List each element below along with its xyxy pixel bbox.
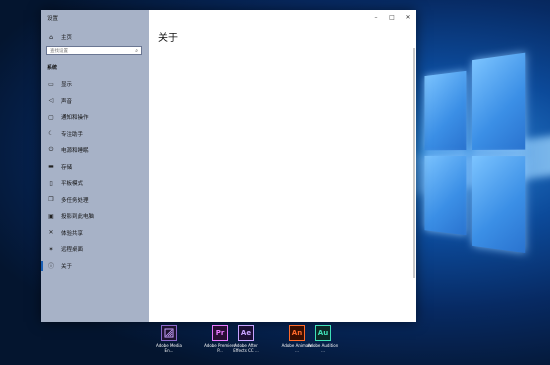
windows-logo	[424, 52, 529, 258]
sidebar-item-label: 主页	[61, 35, 73, 41]
info-icon: ⓘ	[47, 263, 54, 271]
sidebar-item-label: 投影到此电脑	[61, 214, 95, 221]
sidebar-item-tablet[interactable]: ▯ 平板模式	[41, 175, 149, 192]
window-controls: – □ ✕	[368, 10, 416, 24]
close-button[interactable]: ✕	[400, 10, 416, 24]
sidebar-item-display[interactable]: ▭ 显示	[41, 76, 149, 93]
sidebar-item-label: 存储	[61, 164, 73, 171]
desktop-icon-label: Adobe Media En...	[156, 343, 182, 353]
sidebar-item-label: 专注助手	[61, 131, 84, 138]
sidebar-item-home[interactable]: ⌂ 主页	[47, 32, 72, 42]
search-placeholder: 查找设置	[50, 48, 68, 54]
settings-window: 设置 ⌂ 主页 查找设置 ⌕ 系统 ▭ 显示 ◁ 声音 ▢ 通知和操作 ☾ 专注…	[41, 10, 416, 322]
message-icon: ▢	[48, 113, 54, 121]
animate-icon: An	[289, 325, 305, 341]
search-input[interactable]: 查找设置 ⌕	[46, 46, 142, 55]
home-icon: ⌂	[49, 33, 53, 41]
desktop-icon-after-effects[interactable]: Ae Adobe After Effects CC ...	[231, 325, 261, 353]
logo-pane	[424, 70, 467, 151]
maximize-button[interactable]: □	[384, 10, 400, 24]
monitor-icon: ▭	[48, 80, 54, 88]
logo-pane	[472, 52, 526, 151]
sidebar-item-label: 多任务处理	[61, 197, 89, 204]
speaker-icon: ◁	[48, 97, 54, 105]
scrollbar[interactable]	[413, 48, 415, 278]
section-title: 系统	[47, 65, 58, 71]
sidebar-item-multitasking[interactable]: ❐ 多任务处理	[41, 192, 149, 209]
sidebar-item-label: 平板模式	[61, 181, 84, 188]
sidebar-item-power[interactable]: ⏻ 电源和睡眠	[41, 142, 149, 159]
sidebar: 设置 ⌂ 主页 查找设置 ⌕ 系统 ▭ 显示 ◁ 声音 ▢ 通知和操作 ☾ 专注…	[41, 10, 149, 322]
share-icon: ✕	[48, 229, 54, 237]
multitask-icon: ❐	[48, 196, 54, 204]
sidebar-item-label: 关于	[61, 263, 73, 270]
sidebar-item-sound[interactable]: ◁ 声音	[41, 93, 149, 110]
page-title: 关于	[158, 33, 178, 44]
desktop-icon-label: Adobe After Effects CC ...	[233, 343, 259, 353]
search-icon[interactable]: ⌕	[135, 48, 138, 54]
sidebar-item-about[interactable]: ⓘ 关于	[41, 258, 149, 275]
desktop-icon-media-encoder[interactable]: Adobe Media En...	[154, 325, 184, 353]
sidebar-item-focus[interactable]: ☾ 专注助手	[41, 126, 149, 143]
sidebar-item-storage[interactable]: ▬ 存储	[41, 159, 149, 176]
sidebar-item-label: 声音	[61, 98, 73, 105]
moon-icon: ☾	[48, 130, 54, 138]
sidebar-item-shared[interactable]: ✕ 体验共享	[41, 225, 149, 242]
minimize-button[interactable]: –	[368, 10, 384, 24]
tablet-icon: ▯	[49, 179, 53, 187]
sidebar-item-label: 体验共享	[61, 230, 84, 237]
storage-icon: ▬	[48, 163, 54, 171]
app-title: 设置	[47, 16, 59, 22]
logo-pane	[472, 155, 526, 254]
power-icon: ⏻	[48, 146, 54, 154]
desktop-icon-label: Adobe Audition ...	[307, 343, 339, 353]
sidebar-item-label: 通知和操作	[61, 115, 89, 122]
media-encoder-icon	[161, 325, 177, 341]
projector-icon: ▣	[48, 212, 54, 220]
logo-pane	[424, 155, 467, 236]
sidebar-item-label: 远程桌面	[61, 247, 84, 254]
sidebar-item-label: 电源和睡眠	[61, 148, 89, 155]
sidebar-nav: ▭ 显示 ◁ 声音 ▢ 通知和操作 ☾ 专注助手 ⏻ 电源和睡眠 ▬ 存储 ▯ …	[41, 76, 149, 274]
desktop-icon-audition[interactable]: Au Adobe Audition ...	[308, 325, 338, 353]
media-encoder-glyph	[164, 328, 174, 338]
remote-icon: ✶	[48, 245, 54, 253]
sidebar-item-label: 显示	[61, 82, 73, 89]
after-effects-icon: Ae	[238, 325, 254, 341]
content-pane: – □ ✕ 关于	[149, 10, 416, 322]
sidebar-item-remote[interactable]: ✶ 远程桌面	[41, 241, 149, 258]
audition-icon: Au	[315, 325, 331, 341]
premiere-icon: Pr	[212, 325, 228, 341]
sidebar-item-projecting[interactable]: ▣ 投影到此电脑	[41, 208, 149, 225]
sidebar-item-notifications[interactable]: ▢ 通知和操作	[41, 109, 149, 126]
